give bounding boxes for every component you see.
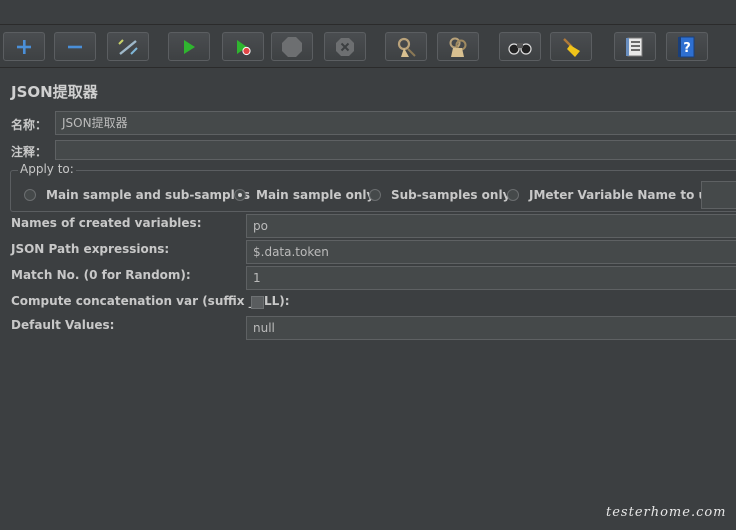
- start-no-pause-button[interactable]: [222, 32, 264, 61]
- remove-button[interactable]: [54, 32, 96, 61]
- search-button[interactable]: [499, 32, 541, 61]
- stop-button[interactable]: [271, 32, 313, 61]
- binoculars-icon: [508, 42, 532, 55]
- clear-button[interactable]: [385, 32, 427, 61]
- function-helper-button[interactable]: [614, 32, 656, 61]
- names-of-created-variables-input[interactable]: po: [246, 214, 736, 238]
- compute-concatenation-label: Compute concatenation var (suffix _ALL):: [11, 294, 290, 308]
- broom-icon: [563, 37, 580, 57]
- clear-all-button[interactable]: [437, 32, 479, 61]
- json-path-expressions-input[interactable]: $.data.token: [246, 240, 736, 264]
- radio-label: Sub-samples only: [391, 188, 511, 202]
- radio-label: Main sample only: [256, 188, 375, 202]
- default-values-label: Default Values:: [11, 318, 115, 332]
- radio-sub-samples-only[interactable]: Sub-samples only: [369, 188, 510, 202]
- panel-title: JSON提取器: [11, 83, 98, 101]
- shutdown-button[interactable]: [324, 32, 366, 61]
- names-of-created-variables-label: Names of created variables:: [11, 216, 202, 230]
- toolbar: ?: [0, 25, 736, 68]
- menu-bar: [0, 0, 736, 25]
- help-button[interactable]: ?: [666, 32, 708, 61]
- clear-icon: [397, 37, 416, 57]
- shutdown-icon: [336, 37, 354, 56]
- svg-text:?: ?: [683, 41, 691, 56]
- comment-input[interactable]: [55, 140, 736, 160]
- clear-all-icon: [449, 37, 467, 57]
- minus-icon: [68, 45, 82, 48]
- match-number-input[interactable]: 1: [246, 266, 736, 290]
- radio-button[interactable]: [369, 189, 381, 201]
- radio-main-sample-only[interactable]: Main sample only: [234, 188, 374, 202]
- watermark-text: testerhome.com: [606, 505, 727, 520]
- jmeter-variable-name-input[interactable]: [701, 181, 736, 209]
- name-label: 名称：: [11, 118, 48, 132]
- reset-search-button[interactable]: [550, 32, 592, 61]
- play-icon: [184, 39, 195, 54]
- compute-concatenation-checkbox[interactable]: [251, 296, 264, 309]
- json-path-expressions-label: JSON Path expressions:: [11, 242, 170, 256]
- start-button[interactable]: [168, 32, 210, 61]
- toggle-button[interactable]: [107, 32, 149, 61]
- radio-button-selected[interactable]: [234, 189, 246, 201]
- list-icon: [626, 37, 643, 56]
- radio-button[interactable]: [507, 189, 519, 201]
- default-values-input[interactable]: null: [246, 316, 736, 340]
- radio-button[interactable]: [24, 189, 36, 201]
- apply-to-legend: Apply to:: [18, 162, 76, 176]
- radio-label: Main sample and sub-samples: [46, 188, 251, 202]
- play-nopause-icon: [237, 39, 251, 55]
- help-book-icon: ?: [678, 36, 695, 57]
- stop-icon: [282, 36, 302, 57]
- match-number-label: Match No. (0 for Random):: [11, 268, 191, 282]
- plus-icon: [17, 39, 31, 54]
- name-input[interactable]: JSON提取器: [55, 111, 736, 135]
- add-button[interactable]: [3, 32, 45, 61]
- comment-label: 注释：: [11, 145, 48, 159]
- radio-jmeter-variable-name[interactable]: JMeter Variable Name to use: [507, 188, 722, 202]
- radio-main-and-sub-samples[interactable]: Main sample and sub-samples: [24, 188, 250, 202]
- radio-label: JMeter Variable Name to use: [529, 188, 723, 202]
- wand-icon: [118, 38, 138, 55]
